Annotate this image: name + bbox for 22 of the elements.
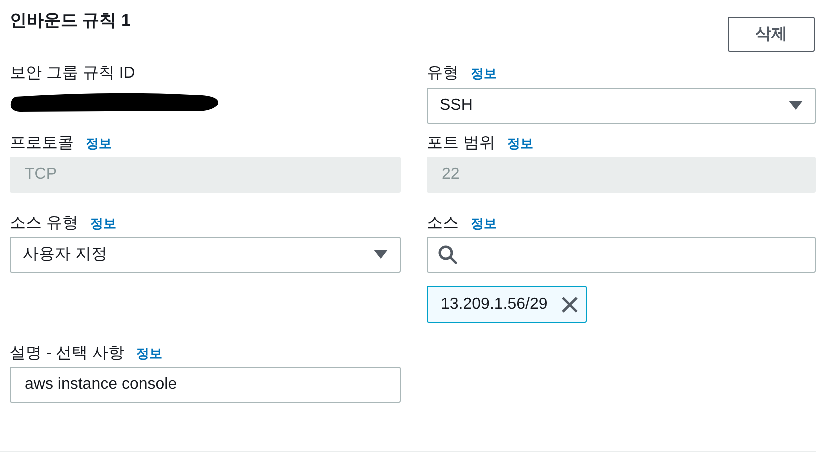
info-link[interactable]: 정보 [471, 214, 497, 234]
rule-title: 인바운드 규칙 1 [10, 10, 131, 32]
caret-icon [374, 250, 388, 260]
info-link[interactable]: 정보 [136, 344, 163, 364]
field-label: 소스 [427, 214, 459, 234]
field-label: 포트 범위 [427, 134, 496, 154]
info-link[interactable]: 정보 [90, 214, 116, 234]
token-chip: 13.209.1.56/29 [427, 286, 587, 323]
field-label: 보안 그룹 규칙 ID [10, 64, 136, 84]
text-field[interactable]: aws instance console [10, 367, 401, 403]
delete-button[interactable]: 삭제 [728, 17, 815, 52]
select-dropdown[interactable]: 사용자 지정 [10, 237, 401, 273]
info-link[interactable]: 정보 [471, 64, 497, 84]
select-dropdown[interactable]: SSH [427, 88, 816, 124]
field-label: 소스 유형 [10, 214, 78, 234]
caret-icon [789, 101, 803, 111]
field-label: 프로토콜 [10, 134, 74, 154]
field-label: 유형 [427, 64, 459, 84]
close-icon[interactable] [562, 296, 578, 312]
search-field[interactable] [427, 237, 816, 273]
search-icon [438, 245, 458, 265]
field-label: 설명 - 선택 사항 [10, 344, 125, 364]
